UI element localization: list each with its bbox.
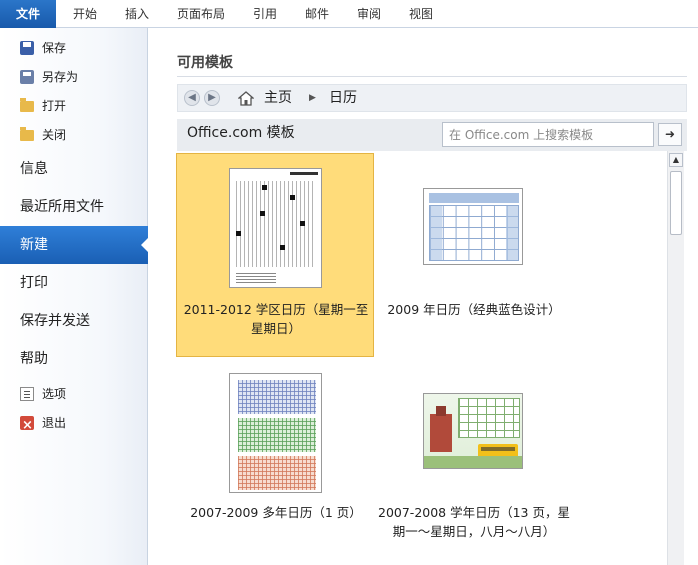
nav-options[interactable]: 选项 bbox=[0, 381, 148, 407]
nav-close[interactable]: 关闭 bbox=[0, 122, 148, 148]
template-thumbnail bbox=[229, 373, 322, 493]
tab-review[interactable]: 审阅 bbox=[346, 0, 392, 28]
nav-exit[interactable]: 退出 bbox=[0, 410, 148, 439]
template-thumbnail bbox=[423, 393, 523, 469]
breadcrumb-calendar[interactable]: 日历 bbox=[329, 85, 357, 111]
search-go-button[interactable]: ➜ bbox=[658, 123, 682, 146]
nav-save-label: 保存 bbox=[42, 41, 67, 55]
template-thumbnail bbox=[423, 188, 523, 265]
office-templates-bar: Office.com 模板 ➜ bbox=[177, 119, 687, 151]
template-tile-2007-2008-school[interactable]: 2007-2008 学年日历（13 页，星期一～星期日，八月～八月） bbox=[374, 362, 572, 565]
scroll-thumb[interactable] bbox=[670, 171, 682, 235]
home-icon[interactable] bbox=[238, 91, 254, 106]
tab-home[interactable]: 开始 bbox=[60, 0, 110, 28]
template-label: 2009 年日历（经典蓝色设计） bbox=[387, 302, 561, 317]
breadcrumb-home[interactable]: 主页 bbox=[264, 85, 292, 111]
template-tile-2009-blue[interactable]: 2009 年日历（经典蓝色设计） bbox=[374, 153, 572, 357]
template-search-input[interactable] bbox=[442, 122, 654, 147]
breadcrumb-separator-icon: ▶ bbox=[309, 93, 316, 103]
back-arrow-icon[interactable]: ◀ bbox=[184, 90, 200, 106]
breadcrumb: ◀ ▶ 主页 ▶ 日历 bbox=[177, 84, 687, 112]
nav-open-label: 打开 bbox=[42, 99, 67, 113]
new-document-pane: 可用模板 ◀ ▶ 主页 ▶ 日历 Office.com 模板 ➜ 2011-20… bbox=[149, 28, 698, 565]
page-title: 可用模板 bbox=[177, 55, 233, 71]
nav-print[interactable]: 打印 bbox=[0, 264, 148, 302]
close-folder-icon bbox=[20, 127, 34, 141]
nav-save-as[interactable]: 另存为 bbox=[0, 64, 148, 90]
nav-save-send[interactable]: 保存并发送 bbox=[0, 302, 148, 340]
tab-file[interactable]: 文件 bbox=[0, 0, 56, 28]
tab-mailings[interactable]: 邮件 bbox=[294, 0, 340, 28]
scroll-up-icon[interactable]: ▲ bbox=[669, 153, 683, 167]
template-tile-2011-2012[interactable]: 2011-2012 学区日历（星期一至星期日） bbox=[176, 153, 374, 357]
nav-info[interactable]: 信息 bbox=[0, 150, 148, 188]
templates-scrollbar[interactable]: ▲ bbox=[667, 151, 684, 565]
nav-exit-label: 退出 bbox=[42, 416, 67, 430]
exit-icon bbox=[20, 413, 34, 439]
nav-options-label: 选项 bbox=[42, 387, 67, 401]
tab-page-layout[interactable]: 页面布局 bbox=[168, 0, 234, 28]
nav-open[interactable]: 打开 bbox=[0, 93, 148, 119]
save-as-icon bbox=[20, 70, 34, 84]
office-templates-label: Office.com 模板 bbox=[187, 125, 295, 141]
nav-help[interactable]: 帮助 bbox=[0, 340, 148, 378]
options-icon bbox=[20, 387, 34, 401]
save-icon bbox=[20, 41, 34, 55]
open-folder-icon bbox=[20, 98, 34, 112]
template-label: 2007-2009 多年日历（1 页） bbox=[190, 505, 362, 520]
nav-new[interactable]: 新建 bbox=[0, 226, 149, 264]
template-thumbnail bbox=[229, 168, 322, 288]
template-tile-2007-2009[interactable]: 2007-2009 多年日历（1 页） bbox=[176, 362, 374, 565]
template-label: 2007-2008 学年日历（13 页，星期一～星期日，八月～八月） bbox=[378, 505, 570, 539]
forward-arrow-icon[interactable]: ▶ bbox=[204, 90, 220, 106]
tab-references[interactable]: 引用 bbox=[242, 0, 288, 28]
nav-recent[interactable]: 最近所用文件 bbox=[0, 188, 148, 226]
tab-view[interactable]: 视图 bbox=[398, 0, 444, 28]
nav-save[interactable]: 保存 bbox=[0, 35, 148, 61]
ribbon-tab-bar: 文件 开始 插入 页面布局 引用 邮件 审阅 视图 bbox=[0, 0, 698, 28]
nav-close-label: 关闭 bbox=[42, 128, 67, 142]
template-label: 2011-2012 学区日历（星期一至星期日） bbox=[183, 302, 369, 336]
backstage-nav: 保存 另存为 打开 关闭 信息 最近所用文件 新建 打印 保存并发送 帮助 选项… bbox=[0, 28, 149, 565]
nav-save-as-label: 另存为 bbox=[42, 70, 79, 84]
tab-insert[interactable]: 插入 bbox=[112, 0, 162, 28]
title-divider bbox=[177, 76, 687, 77]
